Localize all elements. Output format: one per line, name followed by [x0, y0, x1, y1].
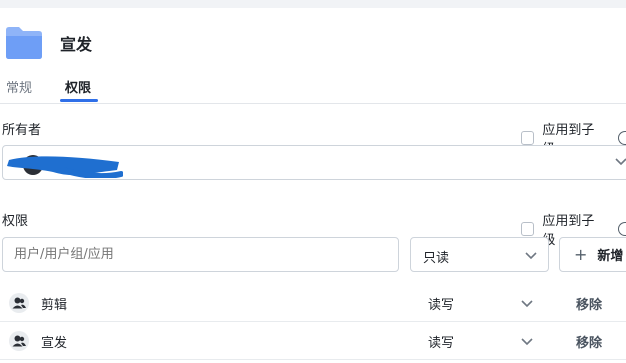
add-button-label: 新增 [597, 249, 624, 264]
permission-level-value: 只读 [423, 251, 450, 266]
user-group-icon [9, 331, 29, 351]
user-group-icon [9, 293, 29, 313]
row-permission-value[interactable]: 读写 [428, 294, 454, 313]
info-icon[interactable] [618, 131, 626, 145]
row-permission-value[interactable]: 读写 [428, 332, 454, 351]
active-tab-indicator [60, 99, 98, 102]
page-title: 宣发 [60, 35, 93, 54]
remove-button[interactable]: 移除 [576, 294, 602, 313]
permission-row: 剪辑 读写 移除 [0, 284, 626, 322]
folder-icon [6, 27, 42, 59]
owner-apply-checkbox[interactable] [521, 131, 535, 145]
permission-level-select[interactable]: 只读 [410, 237, 549, 272]
permission-row: 宣发 读写 移除 [0, 322, 626, 360]
owner-label: 所有者 [2, 123, 42, 138]
tab-bar: 常规 权限 [0, 72, 626, 104]
tab-general[interactable]: 常规 [6, 77, 32, 96]
user-search-input[interactable] [2, 237, 399, 272]
tab-permissions[interactable]: 权限 [65, 77, 91, 96]
folder-header: 宣发 [4, 24, 92, 62]
chevron-down-icon[interactable] [520, 296, 534, 310]
info-icon[interactable] [618, 222, 626, 236]
permissions-apply-checkbox[interactable] [521, 222, 535, 236]
chevron-down-icon[interactable] [520, 334, 534, 348]
row-name: 宣发 [41, 336, 68, 351]
permissions-label: 权限 [2, 214, 29, 229]
add-button[interactable]: + 新增 [559, 237, 626, 272]
redaction-scribble [7, 155, 123, 178]
owner-select[interactable] [2, 145, 626, 180]
chevron-down-icon [525, 252, 537, 260]
row-name: 剪辑 [41, 298, 68, 313]
chevron-down-icon[interactable] [614, 154, 626, 168]
remove-button[interactable]: 移除 [576, 332, 602, 351]
plus-icon: + [574, 245, 588, 264]
top-bar [0, 0, 626, 8]
